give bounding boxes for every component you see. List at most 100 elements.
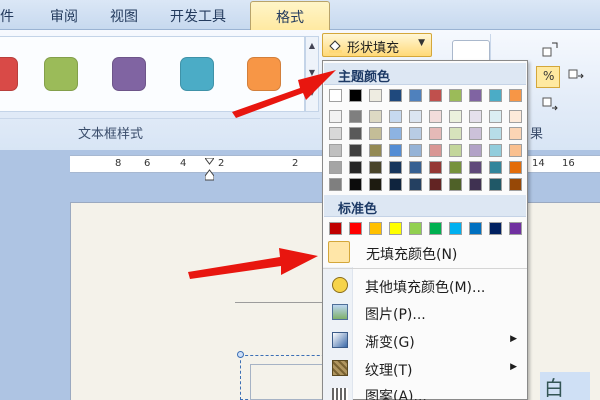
theme-shade-swatch[interactable] xyxy=(469,161,482,174)
theme-shade-swatch[interactable] xyxy=(349,161,362,174)
theme-color-swatch[interactable] xyxy=(509,89,522,102)
theme-shade-swatch[interactable] xyxy=(469,127,482,140)
theme-shade-swatch[interactable] xyxy=(489,110,502,123)
theme-shade-swatch[interactable] xyxy=(429,178,442,191)
theme-color-swatch[interactable] xyxy=(429,89,442,102)
theme-shade-swatch[interactable] xyxy=(469,178,482,191)
standard-color-swatch[interactable] xyxy=(349,222,362,235)
theme-shade-swatch[interactable] xyxy=(429,110,442,123)
theme-shade-swatch[interactable] xyxy=(329,110,342,123)
theme-shade-swatch[interactable] xyxy=(409,110,422,123)
tab-mail[interactable]: 邮件 xyxy=(0,6,14,26)
style-swatch-orange[interactable] xyxy=(247,57,281,91)
ruler-number: 2 xyxy=(218,158,225,169)
gallery-more-icon[interactable]: ▾ xyxy=(306,89,318,98)
theme-shade-swatch[interactable] xyxy=(329,161,342,174)
gallery-scroll[interactable]: ▲ ▼ ▾ xyxy=(305,36,319,112)
theme-shade-swatch[interactable] xyxy=(429,127,442,140)
theme-shade-swatch[interactable] xyxy=(389,110,402,123)
standard-color-swatch[interactable] xyxy=(389,222,402,235)
shadow-nudge-right-icon[interactable] xyxy=(566,66,586,86)
theme-shade-swatch[interactable] xyxy=(349,110,362,123)
theme-shade-swatch[interactable] xyxy=(449,161,462,174)
theme-shade-swatch[interactable] xyxy=(449,110,462,123)
style-swatch-red[interactable] xyxy=(0,57,18,91)
theme-shade-swatch[interactable] xyxy=(369,161,382,174)
theme-color-swatch[interactable] xyxy=(449,89,462,102)
theme-color-swatch[interactable] xyxy=(349,89,362,102)
theme-shade-swatch[interactable] xyxy=(449,127,462,140)
theme-shade-swatch[interactable] xyxy=(489,144,502,157)
theme-shade-swatch[interactable] xyxy=(449,144,462,157)
standard-color-swatch[interactable] xyxy=(409,222,422,235)
theme-shade-swatch[interactable] xyxy=(389,161,402,174)
theme-shade-swatch[interactable] xyxy=(489,178,502,191)
standard-color-swatch[interactable] xyxy=(369,222,382,235)
theme-shade-swatch[interactable] xyxy=(509,144,522,157)
arrange-front-icon[interactable] xyxy=(540,40,560,60)
theme-shade-swatch[interactable] xyxy=(469,110,482,123)
theme-shade-swatch[interactable] xyxy=(329,144,342,157)
shadow-nudge-down-icon[interactable] xyxy=(540,96,560,116)
theme-shade-swatch[interactable] xyxy=(349,178,362,191)
theme-shade-swatch[interactable] xyxy=(409,178,422,191)
gradient-icon xyxy=(332,332,348,348)
resize-handle[interactable] xyxy=(237,351,244,358)
indent-marker-icon[interactable] xyxy=(204,157,215,181)
theme-shade-swatch[interactable] xyxy=(489,161,502,174)
theme-shade-swatch[interactable] xyxy=(409,161,422,174)
theme-shade-swatch[interactable] xyxy=(369,178,382,191)
theme-color-swatch[interactable] xyxy=(369,89,382,102)
menu-item-pattern[interactable]: 图案(A)... xyxy=(323,383,527,400)
theme-color-swatch[interactable] xyxy=(489,89,502,102)
theme-shade-swatch[interactable] xyxy=(509,161,522,174)
theme-shade-swatch[interactable] xyxy=(389,127,402,140)
theme-shade-swatch[interactable] xyxy=(489,127,502,140)
standard-color-swatch[interactable] xyxy=(449,222,462,235)
standard-color-swatch[interactable] xyxy=(489,222,502,235)
theme-shade-swatch[interactable] xyxy=(349,127,362,140)
tab-format[interactable]: 格式 xyxy=(250,1,330,31)
theme-color-swatch[interactable] xyxy=(409,89,422,102)
theme-shade-swatch[interactable] xyxy=(329,178,342,191)
theme-shade-swatch[interactable] xyxy=(449,178,462,191)
theme-shade-swatch[interactable] xyxy=(409,127,422,140)
tab-developer[interactable]: 开发工具 xyxy=(170,6,226,26)
theme-color-swatch[interactable] xyxy=(329,89,342,102)
theme-shade-swatch[interactable] xyxy=(369,110,382,123)
menu-item-gradient[interactable]: 渐变(G) ▶ xyxy=(323,327,527,353)
theme-shade-swatch[interactable] xyxy=(389,144,402,157)
style-swatch-aqua[interactable] xyxy=(180,57,214,91)
theme-shade-swatch[interactable] xyxy=(509,127,522,140)
theme-shade-swatch[interactable] xyxy=(369,144,382,157)
theme-shade-swatch[interactable] xyxy=(409,144,422,157)
theme-shade-swatch[interactable] xyxy=(329,127,342,140)
standard-color-swatch[interactable] xyxy=(469,222,482,235)
theme-shade-swatch[interactable] xyxy=(349,144,362,157)
theme-shade-swatch[interactable] xyxy=(509,178,522,191)
shape-fill-button[interactable]: 形状填充 ▼ xyxy=(322,33,432,57)
inner-textbox[interactable] xyxy=(250,364,330,400)
tab-view[interactable]: 视图 xyxy=(110,6,138,26)
menu-item-texture[interactable]: 纹理(T) ▶ xyxy=(323,355,527,381)
standard-color-swatch[interactable] xyxy=(329,222,342,235)
theme-colors-header: 主题颜色 xyxy=(324,63,526,85)
menu-item-more-colors[interactable]: 其他填充颜色(M)... xyxy=(323,272,527,298)
standard-color-swatch[interactable] xyxy=(429,222,442,235)
theme-color-swatch[interactable] xyxy=(469,89,482,102)
shadow-toggle-button[interactable]: % xyxy=(536,66,560,88)
style-swatch-green[interactable] xyxy=(44,57,78,91)
menu-item-picture[interactable]: 图片(P)... xyxy=(323,299,527,325)
theme-shade-swatch[interactable] xyxy=(429,144,442,157)
theme-shade-swatch[interactable] xyxy=(469,144,482,157)
theme-shade-swatch[interactable] xyxy=(429,161,442,174)
standard-color-swatch[interactable] xyxy=(509,222,522,235)
theme-shade-swatch[interactable] xyxy=(389,178,402,191)
tab-review[interactable]: 审阅 xyxy=(50,6,78,26)
theme-color-swatch[interactable] xyxy=(389,89,402,102)
theme-shade-swatch[interactable] xyxy=(509,110,522,123)
menu-item-label: 无填充颜色(N) xyxy=(366,247,458,263)
theme-shade-swatch[interactable] xyxy=(369,127,382,140)
style-swatch-purple[interactable] xyxy=(112,57,146,91)
menu-item-no-fill[interactable]: 无填充颜色(N) xyxy=(323,237,527,267)
